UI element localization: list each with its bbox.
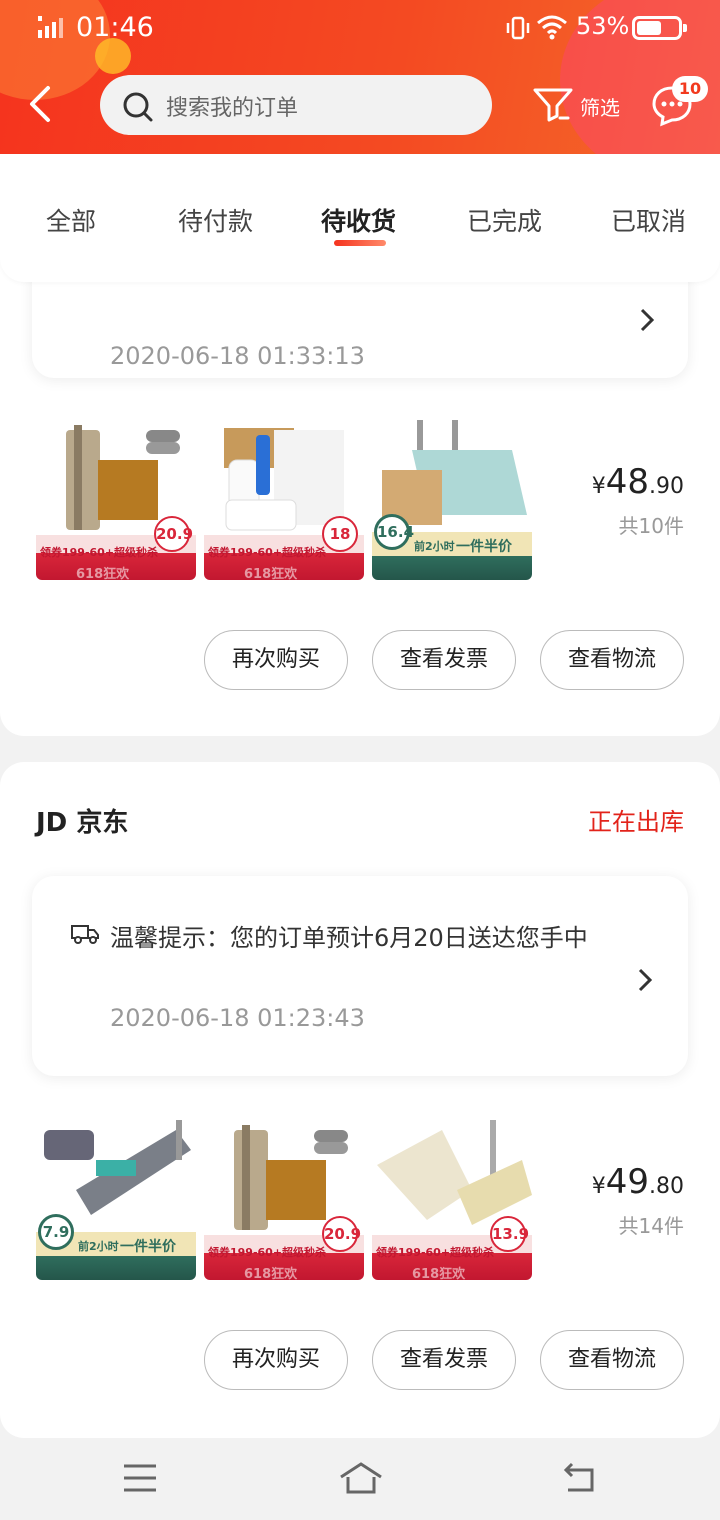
buy-again-button[interactable]: 再次购买 — [204, 630, 348, 690]
promo-label: 领券199-60+超级秒杀 — [208, 546, 327, 559]
price-integer: 48 — [605, 462, 649, 502]
promo-sub: 618狂欢 — [76, 567, 130, 580]
promo-sub: 618狂欢 — [412, 1267, 466, 1280]
tab-cancelled[interactable]: 已取消 — [611, 202, 686, 238]
filter-label: 筛选 — [580, 96, 620, 120]
battery-icon — [632, 16, 687, 40]
status-bar: 01:46 53% — [0, 0, 720, 58]
search-icon — [123, 92, 153, 122]
product-thumbnail[interactable]: 一件半价 前2小时 7.9 — [36, 1120, 196, 1280]
tab-completed[interactable]: 已完成 — [467, 202, 542, 238]
app-header: 01:46 53% 搜索我的订单 筛选 — [0, 0, 720, 154]
notice-text: 温馨提示：您的订单预计6月20日送达您手中 — [110, 924, 588, 952]
price-decimal: .90 — [649, 474, 684, 499]
promo-label: 一件半价 — [120, 1239, 176, 1255]
order-status: 正在出库 — [588, 808, 684, 836]
view-logistics-button[interactable]: 查看物流 — [540, 630, 684, 690]
home-icon[interactable] — [338, 1460, 384, 1496]
battery-percent: 53% — [576, 12, 630, 40]
item-count: 共10件 — [618, 514, 684, 538]
vibrate-icon — [506, 16, 530, 40]
status-time: 01:46 — [76, 12, 154, 43]
promo-label: 领券199-60+超级秒杀 — [208, 1246, 327, 1259]
promo-sub: 前2小时 — [78, 1240, 119, 1253]
product-thumbnail[interactable]: 领券199-60+超级秒杀 618狂欢 20.9 — [204, 1120, 364, 1280]
promo-sub: 前2小时 — [414, 540, 455, 553]
system-nav-bar — [0, 1438, 720, 1520]
price-decimal: .80 — [649, 1174, 684, 1199]
order-card[interactable]: 2020-06-18 01:33:13 领券199-60+超级秒杀 618狂欢 … — [0, 210, 720, 736]
promo-label: 一件半价 — [456, 539, 512, 555]
menu-icon[interactable] — [120, 1460, 160, 1496]
item-count: 共14件 — [618, 1214, 684, 1238]
promo-sub: 618狂欢 — [244, 567, 298, 580]
back-nav-icon[interactable] — [560, 1460, 600, 1496]
signal-icon — [38, 16, 63, 38]
price-badge: 18 — [322, 516, 358, 552]
chevron-right-icon — [638, 968, 653, 992]
tab-pending-payment[interactable]: 待付款 — [178, 202, 253, 238]
order-tabs: 全部 待付款 待收货 已完成 已取消 — [0, 154, 720, 282]
tab-active-indicator — [334, 240, 386, 246]
product-thumbnail[interactable]: 领券199-60+超级秒杀 618狂欢 13.9 — [372, 1120, 532, 1280]
product-thumbnail[interactable]: 一件半价 前2小时 16.4 — [372, 420, 532, 580]
product-thumbnail[interactable]: 领券199-60+超级秒杀 618狂欢 18 — [204, 420, 364, 580]
order-notice[interactable]: 温馨提示：您的订单预计6月20日送达您手中 2020-06-18 01:23:4… — [32, 876, 688, 1076]
store-label: 京东 — [76, 808, 129, 838]
notice-time: 2020-06-18 01:33:13 — [110, 342, 365, 370]
promo-label: 领券199-60+超级秒杀 — [40, 546, 159, 559]
price-badge: 20.9 — [154, 516, 193, 552]
chevron-right-icon — [640, 308, 655, 332]
notice-time: 2020-06-18 01:23:43 — [110, 1004, 365, 1032]
order-price: ¥48.90 — [592, 462, 684, 502]
view-logistics-button[interactable]: 查看物流 — [540, 1330, 684, 1390]
buy-again-button[interactable]: 再次购买 — [204, 1330, 348, 1390]
price-badge: 16.4 — [374, 514, 414, 550]
store-name[interactable]: JD 京东 — [36, 802, 128, 839]
price-symbol: ¥ — [591, 1174, 606, 1199]
price-badge: 20.9 — [322, 1216, 361, 1252]
tab-all[interactable]: 全部 — [46, 202, 96, 238]
wifi-icon — [537, 15, 567, 40]
product-thumbnail[interactable]: 领券199-60+超级秒杀 618狂欢 20.9 — [36, 420, 196, 580]
message-badge: 10 — [672, 76, 708, 102]
view-invoice-button[interactable]: 查看发票 — [372, 630, 516, 690]
price-integer: 49 — [605, 1162, 649, 1202]
back-icon[interactable] — [26, 84, 58, 124]
store-logo: JD — [36, 808, 68, 838]
search-input[interactable]: 搜索我的订单 — [100, 75, 492, 135]
order-price: ¥49.80 — [592, 1162, 684, 1202]
promo-label: 领券199-60+超级秒杀 — [376, 1246, 495, 1259]
filter-button[interactable]: 筛选 — [530, 82, 624, 132]
order-card[interactable]: JD 京东 正在出库 温馨提示：您的订单预计6月20日送达您手中 2020-06… — [0, 762, 720, 1438]
price-badge: 13.9 — [490, 1216, 529, 1252]
price-badge: 7.9 — [38, 1214, 74, 1250]
tab-pending-receipt[interactable]: 待收货 — [321, 202, 396, 238]
price-symbol: ¥ — [591, 474, 606, 499]
search-placeholder: 搜索我的订单 — [166, 96, 299, 121]
filter-icon — [533, 88, 573, 122]
truck-icon — [71, 925, 99, 944]
promo-sub: 618狂欢 — [244, 1267, 298, 1280]
view-invoice-button[interactable]: 查看发票 — [372, 1330, 516, 1390]
